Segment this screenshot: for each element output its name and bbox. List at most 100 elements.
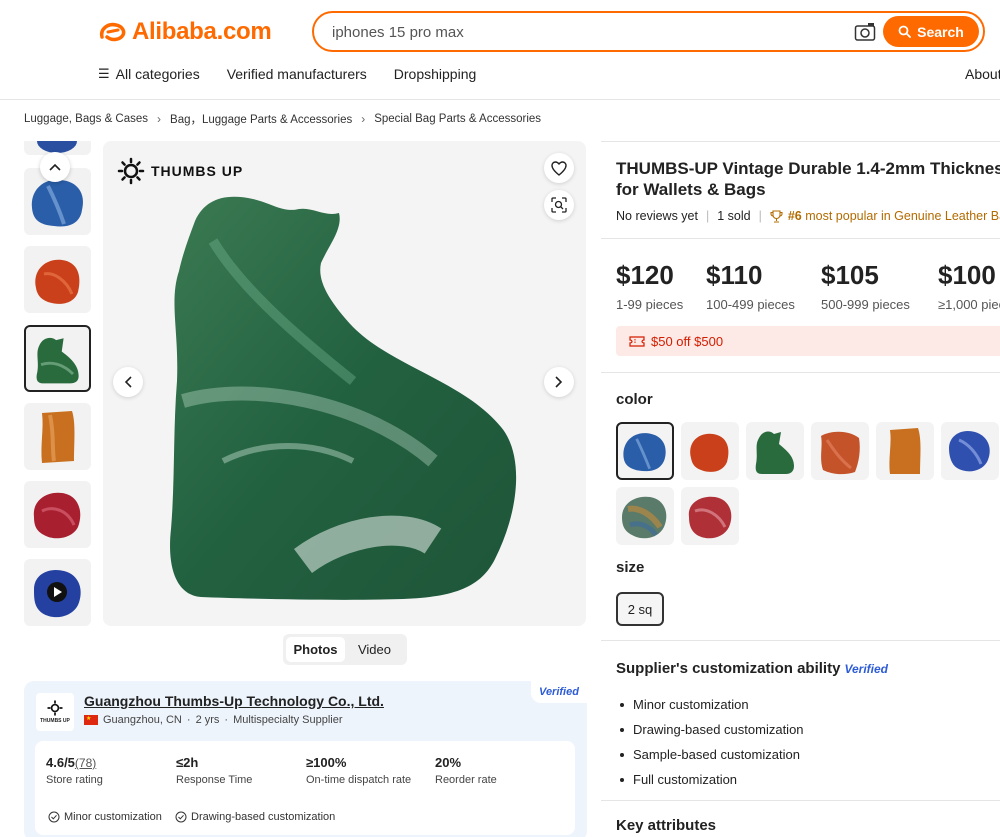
leather-multicolor-icon: [622, 496, 667, 539]
stat-value: ≤2h: [176, 755, 199, 770]
divider: [601, 800, 1000, 801]
color-swatch[interactable]: [681, 487, 739, 545]
color-swatch[interactable]: [681, 422, 739, 480]
prev-image-button[interactable]: [113, 367, 143, 397]
trophy-icon: [770, 209, 783, 223]
size-option-selected[interactable]: 2 sq: [616, 592, 664, 626]
color-swatch[interactable]: [811, 422, 869, 480]
main-product-image[interactable]: THUMBS UP: [103, 141, 586, 626]
breadcrumb-item[interactable]: Luggage, Bags & Cases: [24, 113, 148, 125]
stat-label: Response Time: [176, 774, 253, 786]
media-tabs: Photos Video: [283, 634, 407, 665]
nav-item-label: Verified manufacturers: [226, 66, 367, 82]
thumbnail[interactable]: [24, 246, 91, 313]
image-search-button[interactable]: [544, 190, 574, 220]
breadcrumb-item[interactable]: Special Bag Parts & Accessories: [374, 113, 541, 125]
search-button[interactable]: Search: [883, 16, 979, 47]
verified-badge: Verified: [844, 661, 889, 676]
stat-value: ≥100%: [306, 755, 347, 770]
breadcrumb-item[interactable]: Bag，Luggage Parts & Accessories: [170, 111, 352, 127]
leather-tan-icon: [41, 411, 75, 463]
capability-badge: Drawing-based customization: [175, 811, 335, 823]
chevron-right-icon: ›: [157, 112, 162, 126]
review-count[interactable]: No reviews yet: [616, 209, 698, 223]
thumbnail-selected[interactable]: [24, 325, 91, 392]
chevron-right-icon: ›: [361, 112, 366, 126]
capability-badge: Minor customization: [48, 811, 162, 823]
list-item: Minor customization: [616, 692, 804, 717]
customization-heading: Supplier's customization ability Verifie…: [616, 660, 888, 677]
nav-item-label: Dropshipping: [393, 66, 477, 82]
color-swatch[interactable]: [876, 422, 934, 480]
supplier-stats: 4.6/5(78) Store rating ≤2h Response Time…: [35, 741, 575, 835]
coupon-banner[interactable]: $50 off $500: [616, 326, 1000, 356]
rank-number: #6: [787, 209, 802, 223]
divider: [601, 640, 1000, 641]
rating-count-link[interactable]: (78): [75, 756, 96, 770]
stat-value: 20%: [435, 755, 462, 770]
review-summary: No reviews yet | 1 sold | #6 most popula…: [616, 209, 1000, 223]
alibaba-logo[interactable]: Alibaba.com: [98, 18, 272, 46]
color-label: color: [616, 391, 653, 408]
leather-green-icon: [36, 337, 79, 384]
supplier-type: Multispecialty Supplier: [233, 714, 343, 726]
supplier-meta: ★ Guangzhou, CN · 2 yrs · Multispecialty…: [84, 714, 343, 726]
tier-price: $105: [821, 260, 879, 290]
thumbnail-video[interactable]: [24, 559, 91, 626]
rating-value: 4.6/5: [46, 755, 75, 770]
customization-list: Minor customization Drawing-based custom…: [616, 692, 804, 792]
nav-item-label: All categories: [115, 66, 200, 82]
color-swatch-selected[interactable]: [616, 422, 674, 480]
thumbnail[interactable]: [24, 481, 91, 548]
stat-label: On-time dispatch rate: [306, 774, 412, 786]
search-bar: Search: [312, 11, 985, 52]
supplier-logo-text: THUMBS UP: [40, 718, 70, 724]
rank-text: most popular in Genuine Leather Bags: [805, 209, 1000, 223]
search-button-label: Search: [917, 23, 964, 40]
color-swatch[interactable]: [616, 487, 674, 545]
price-tier: $105 500-999 pieces: [821, 260, 910, 312]
stat-label: Reorder rate: [435, 774, 497, 786]
china-flag-icon: ★: [84, 715, 98, 725]
scroll-up-button[interactable]: [40, 152, 70, 182]
nav-verified-manufacturers[interactable]: Verified manufacturers: [227, 66, 367, 82]
divider: [601, 372, 1000, 373]
coupon-icon: [629, 335, 645, 347]
popularity-rank[interactable]: #6 most popular in Genuine Leather Bags: [770, 209, 1000, 223]
heart-icon: [551, 160, 567, 176]
product-title-line: THUMBS-UP Vintage Durable 1.4-2mm Thickn…: [616, 159, 1000, 178]
favorite-button[interactable]: [544, 153, 574, 183]
price-tier: $120 1-99 pieces: [616, 260, 683, 312]
stat-response-time: ≤2h Response Time: [176, 755, 252, 786]
supplier-location: Guangzhou, CN: [103, 714, 182, 726]
next-image-button[interactable]: [544, 367, 574, 397]
thumbnail[interactable]: [24, 403, 91, 470]
leather-copper-icon: [821, 431, 860, 475]
key-attributes-heading: Key attributes: [616, 817, 717, 834]
search-icon: [898, 25, 912, 38]
breadcrumb: Luggage, Bags & Cases › Bag，Luggage Part…: [24, 111, 541, 127]
camera-search-icon[interactable]: [854, 22, 876, 42]
nav-about[interactable]: About: [965, 66, 1000, 82]
tab-photos[interactable]: Photos: [286, 637, 345, 662]
stat-reorder-rate: 20% Reorder rate: [435, 755, 497, 786]
chevron-up-icon: [49, 163, 61, 171]
supplier-name-link[interactable]: Guangzhou Thumbs-Up Technology Co., Ltd.: [84, 693, 384, 709]
tier-price: $110: [706, 260, 763, 290]
color-swatch[interactable]: [941, 422, 999, 480]
leather-wine-red-icon: [688, 496, 732, 539]
color-swatch[interactable]: [746, 422, 804, 480]
leather-royal-blue-icon: [949, 430, 990, 472]
nav-dropshipping[interactable]: Dropshipping: [394, 66, 477, 82]
list-item: Drawing-based customization: [616, 717, 804, 742]
list-item: Sample-based customization: [616, 742, 804, 767]
product-title: THUMBS-UP Vintage Durable 1.4-2mm Thickn…: [616, 158, 1000, 200]
supplier-logo[interactable]: THUMBS UP: [36, 693, 74, 731]
stat-dispatch-rate: ≥100% On-time dispatch rate: [306, 755, 411, 786]
supplier-card: THUMBS UP Guangzhou Thumbs-Up Technology…: [24, 681, 587, 837]
tab-video[interactable]: Video: [345, 637, 404, 662]
coupon-text: $50 off $500: [651, 333, 724, 349]
nav-all-categories[interactable]: ☰ All categories: [98, 66, 200, 82]
search-input[interactable]: [332, 21, 812, 43]
capability-label: Minor customization: [64, 811, 162, 823]
